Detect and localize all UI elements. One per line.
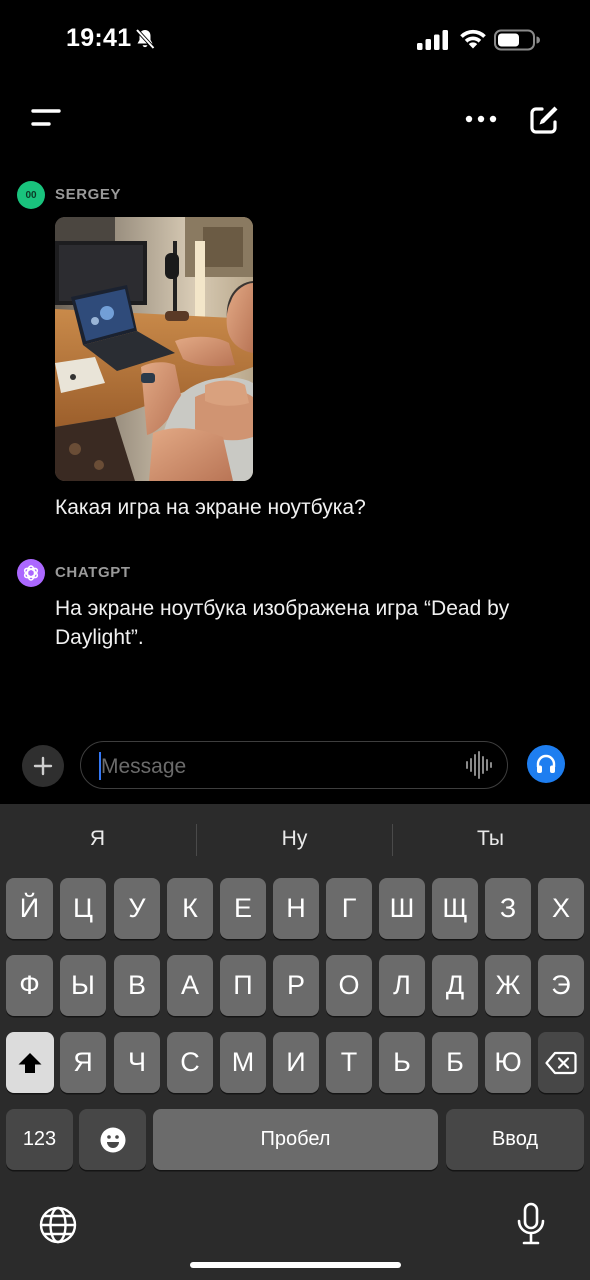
emoji-icon [100,1127,125,1152]
backspace-key[interactable] [538,1032,584,1093]
wifi-icon [460,29,486,49]
key[interactable]: Т [326,1032,372,1093]
key[interactable]: Р [273,955,319,1016]
key[interactable]: Г [326,878,372,939]
key[interactable]: И [273,1032,319,1093]
bell-slash-icon [135,28,155,50]
key[interactable]: Ь [379,1032,425,1093]
attached-photo[interactable] [55,217,253,481]
key[interactable]: Я [60,1032,106,1093]
photo-image [55,217,253,481]
key[interactable]: К [167,878,213,939]
battery-icon [494,29,540,51]
suggestion-1[interactable]: Я [0,827,195,851]
key[interactable]: Е [220,878,266,939]
key[interactable]: А [167,955,213,1016]
return-key[interactable]: Ввод [446,1109,584,1170]
key[interactable]: М [220,1032,266,1093]
voice-mode-button[interactable] [527,745,565,783]
key[interactable]: Ц [60,878,106,939]
microphone-icon[interactable] [516,1202,546,1246]
key[interactable]: Щ [432,878,478,939]
plus-icon [33,756,53,776]
key[interactable]: Ш [379,878,425,939]
status-time: 19:41 [66,24,132,52]
user-avatar: 00 [17,181,45,209]
key[interactable]: В [114,955,160,1016]
key[interactable]: Н [273,878,319,939]
suggestion-3[interactable]: Ты [393,827,588,851]
backspace-icon [545,1051,577,1074]
waveform-icon[interactable] [464,750,494,780]
key[interactable]: Ф [6,955,53,1016]
key[interactable]: Ы [60,955,106,1016]
more-horizontal-icon[interactable] [464,108,498,130]
shift-key[interactable] [6,1032,54,1093]
text-caret [99,752,101,780]
space-key[interactable]: Пробел [153,1109,438,1170]
key[interactable]: Ч [114,1032,160,1093]
key[interactable]: Э [538,955,584,1016]
key[interactable]: У [114,878,160,939]
key[interactable]: П [220,955,266,1016]
openai-logo-icon [23,565,39,581]
shift-icon [18,1052,42,1073]
home-indicator [190,1262,401,1268]
key[interactable]: Л [379,955,425,1016]
globe-icon[interactable] [38,1205,78,1245]
message-input[interactable] [99,751,463,783]
key[interactable]: Б [432,1032,478,1093]
attach-button[interactable] [22,745,64,787]
assistant-name: CHATGPT [55,564,131,581]
message-field[interactable] [80,741,508,789]
key[interactable]: Х [538,878,584,939]
emoji-key[interactable] [79,1109,146,1170]
key[interactable]: Д [432,955,478,1016]
user-name: SERGEY [55,186,122,203]
key[interactable]: Ю [485,1032,531,1093]
suggestion-2[interactable]: Ну [197,827,392,851]
key[interactable]: О [326,955,372,1016]
assistant-avatar [17,559,45,587]
assistant-message: На экране ноутбука изображена игра “Dead… [55,597,510,649]
key[interactable]: З [485,878,531,939]
key[interactable]: Ж [485,955,531,1016]
user-message: Какая игра на экране ноутбука? [55,496,366,519]
key[interactable]: С [167,1032,213,1093]
headphones-icon [536,754,556,773]
numbers-key[interactable]: 123 [6,1109,73,1170]
menu-icon[interactable] [30,106,64,132]
compose-icon[interactable] [526,102,562,138]
cellular-signal-icon [417,30,448,50]
key[interactable]: Й [6,878,53,939]
